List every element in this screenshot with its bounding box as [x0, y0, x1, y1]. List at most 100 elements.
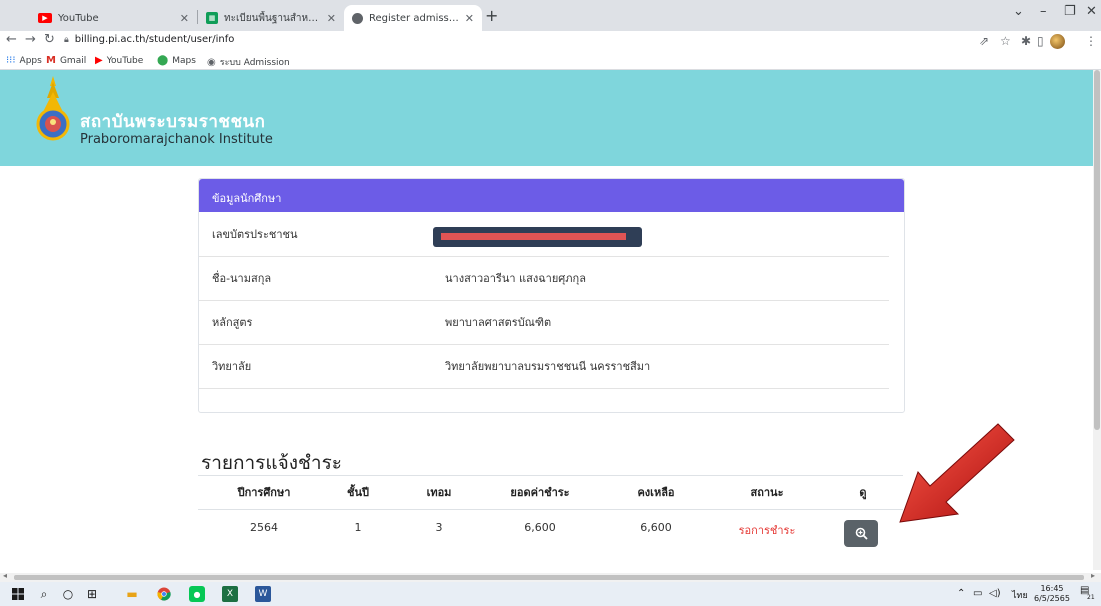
- column-header-status: สถานะ: [750, 486, 784, 499]
- close-icon[interactable]: ✕: [465, 12, 474, 25]
- bookmark-admission[interactable]: ◉ ระบบ Admission: [207, 55, 290, 69]
- close-window-icon[interactable]: ✕: [1086, 4, 1097, 19]
- info-row-id-card: เลขบัตรประชาชน: [199, 213, 904, 257]
- close-icon[interactable]: ✕: [327, 12, 336, 25]
- clock-time: 16:45: [1040, 584, 1064, 593]
- new-tab-button[interactable]: +: [485, 6, 498, 25]
- share-icon[interactable]: ⇗: [979, 34, 989, 48]
- minimize-icon[interactable]: –: [1040, 4, 1047, 19]
- menu-icon[interactable]: ⋮: [1085, 34, 1097, 48]
- bookmark-gmail[interactable]: M Gmail: [46, 55, 86, 66]
- student-info-card-title: ข้อมูลนักศึกษา: [199, 179, 904, 212]
- info-label: เลขบัตรประชาชน: [212, 228, 298, 241]
- scroll-right-icon[interactable]: ▸: [1091, 571, 1095, 580]
- status-badge: รอการชำระ: [738, 524, 796, 537]
- info-row-name: ชื่อ-นามสกุล นางสาวอารีนา แสงฉายศุภกุล: [199, 257, 904, 301]
- forward-icon[interactable]: →: [25, 32, 36, 47]
- site-header: สถาบันพระบรมราชชนก Praboromarajchanok In…: [0, 70, 1101, 166]
- bookmark-label: Apps: [19, 55, 42, 66]
- line-app-icon[interactable]: ●: [189, 586, 205, 602]
- vertical-scrollbar[interactable]: [1093, 70, 1101, 570]
- windows-start-icon[interactable]: [10, 586, 26, 602]
- close-icon[interactable]: ✕: [180, 12, 189, 25]
- bookmark-label: ระบบ Admission: [219, 58, 290, 68]
- scrollbar-thumb[interactable]: [14, 575, 1084, 580]
- cell-level: 1: [354, 521, 362, 534]
- excel-icon[interactable]: X: [222, 586, 238, 602]
- tab-search-icon[interactable]: ⌄: [1013, 4, 1024, 19]
- file-explorer-icon[interactable]: ▬: [124, 586, 140, 602]
- chrome-icon[interactable]: [156, 586, 172, 602]
- site-name-thai: สถาบันพระบรมราชชนก: [80, 112, 266, 132]
- bookmark-maps[interactable]: ⬤ Maps: [157, 55, 196, 66]
- bookmark-apps[interactable]: ⁝⁝⁝ Apps: [6, 55, 42, 66]
- bookmark-star-icon[interactable]: ☆: [1000, 34, 1011, 48]
- info-value: วิทยาลัยพยาบาลบรมราชชนนี นครราชสีมา: [445, 360, 651, 373]
- extensions-icon[interactable]: ✱: [1021, 34, 1031, 48]
- column-header-balance: คงเหลือ: [637, 486, 675, 499]
- column-header-year: ปีการศึกษา: [237, 486, 291, 499]
- cell-amount: 6,600: [524, 521, 556, 534]
- back-icon[interactable]: ←: [6, 32, 17, 47]
- scrollbar-thumb[interactable]: [1094, 70, 1100, 430]
- restore-icon[interactable]: ❐: [1064, 4, 1076, 19]
- search-icon[interactable]: ⌕: [36, 586, 52, 602]
- volume-icon[interactable]: ◁): [989, 588, 1001, 599]
- tray-chevron-icon[interactable]: ⌃: [957, 588, 965, 599]
- maps-pin-icon: ⬤: [157, 55, 169, 66]
- tab-youtube[interactable]: ▶ YouTube ✕: [30, 5, 197, 31]
- bookmark-youtube[interactable]: ▶ YouTube: [95, 55, 143, 66]
- row-divider: [199, 388, 889, 389]
- horizontal-scrollbar[interactable]: ◂ ▸: [0, 571, 1101, 582]
- network-icon[interactable]: ▭: [973, 588, 982, 599]
- globe-icon: [352, 12, 363, 24]
- column-header-view: ดู: [859, 486, 867, 499]
- scroll-left-icon[interactable]: ◂: [3, 571, 7, 580]
- browser-tab-bar: ▶ YouTube ✕ ▦ ทะเบียนพื้นฐานสำหรับนักเรี…: [0, 0, 1101, 31]
- student-info-card: ข้อมูลนักศึกษา เลขบัตรประชาชน ชื่อ-นามสก…: [198, 178, 905, 413]
- reload-icon[interactable]: ↻: [44, 32, 55, 47]
- column-header-level: ชั้นปี: [347, 486, 369, 499]
- institute-emblem-icon: [36, 76, 70, 141]
- sheets-icon: ▦: [206, 12, 218, 24]
- bookmarks-bar: ⁝⁝⁝ Apps M Gmail ▶ YouTube ⬤ Maps ◉ ระบบ Admi…: [0, 52, 1101, 70]
- clock-date: 6/5/2565: [1034, 594, 1070, 603]
- payment-list-title: รายการแจ้งชำระ: [201, 452, 343, 474]
- redacted-id-value: [433, 227, 642, 247]
- info-value: นางสาวอารีนา แสงฉายศุภกุล: [445, 272, 586, 285]
- red-arrow-annotation-icon: [899, 423, 1015, 523]
- input-language[interactable]: ไทย: [1012, 588, 1028, 602]
- bookmark-label: Maps: [172, 55, 196, 66]
- bookmark-label: Gmail: [59, 55, 87, 66]
- profile-avatar[interactable]: [1050, 34, 1065, 49]
- info-row-program: หลักสูตร พยาบาลศาสตรบัณฑิต: [199, 301, 904, 345]
- cortana-icon[interactable]: ○: [60, 586, 76, 602]
- table-header-divider: [198, 509, 903, 510]
- youtube-icon: ▶: [38, 13, 52, 23]
- view-payment-button[interactable]: [844, 520, 878, 547]
- browser-nav-bar: ← → ↻ 🔒︎ billing.pi.ac.th/student/user/in…: [0, 31, 1101, 52]
- bookmark-label: YouTube: [106, 55, 144, 66]
- cell-term: 3: [435, 521, 443, 534]
- column-header-term: เทอม: [426, 486, 452, 499]
- apps-grid-icon: ⁝⁝⁝: [6, 55, 16, 66]
- tab-title: YouTube: [58, 12, 99, 24]
- youtube-icon: ▶: [95, 55, 103, 66]
- system-clock[interactable]: 16:45 6/5/2565: [1034, 584, 1070, 604]
- info-label: หลักสูตร: [212, 316, 253, 329]
- cell-balance: 6,600: [640, 521, 672, 534]
- zoom-in-icon: [855, 527, 868, 540]
- task-view-icon[interactable]: ⊞: [84, 586, 100, 602]
- table-border-top: [198, 475, 903, 476]
- info-label: ชื่อ-นามสกุล: [212, 272, 272, 285]
- windows-taskbar: ⌕ ○ ⊞ ▬ ● X W ⌃ ▭ ◁) ไทย 16:45 6/5/2565 …: [0, 582, 1101, 606]
- tab-register-payment[interactable]: Register admission Payment ✕: [344, 5, 482, 31]
- cell-year: 2564: [250, 521, 278, 534]
- side-panel-icon[interactable]: ▯: [1037, 34, 1044, 48]
- address-bar[interactable]: 🔒︎ billing.pi.ac.th/student/user/info: [64, 34, 234, 45]
- info-value: พยาบาลศาสตรบัณฑิต: [445, 316, 552, 329]
- tab-spreadsheet[interactable]: ▦ ทะเบียนพื้นฐานสำหรับนักเรียน มีผลประก …: [198, 5, 344, 31]
- site-name-english: Praboromarajchanok Institute: [80, 132, 273, 147]
- lock-icon: 🔒︎: [64, 35, 69, 45]
- word-icon[interactable]: W: [255, 586, 271, 602]
